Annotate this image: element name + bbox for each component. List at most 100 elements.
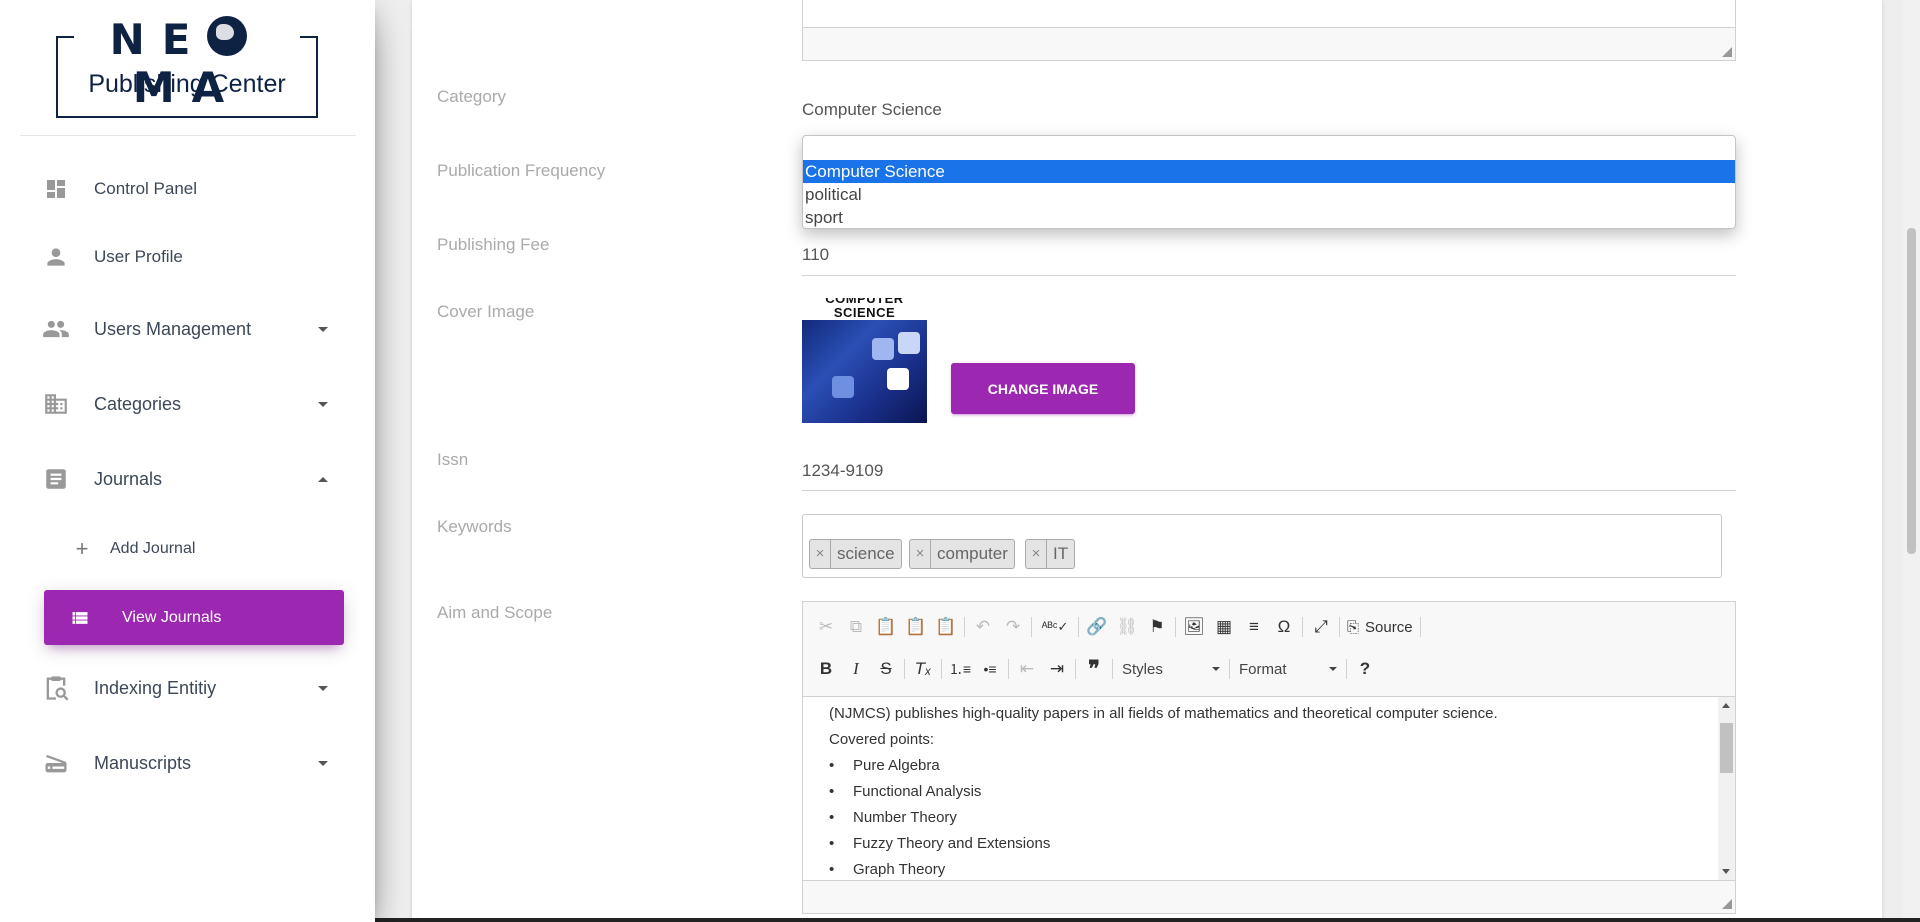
- plus-icon: +: [75, 536, 89, 561]
- aim-scope-editor: ✂ ⧉ 📋 📋 📋 ↶ ↷ ᴬᴮᶜ✓ 🔗 ⛓ ⚑ 🖼 ▦ ≡ Ω ⤢ ⎘ Sour…: [802, 601, 1736, 914]
- category-option-sport[interactable]: sport: [803, 206, 1735, 228]
- editor-content[interactable]: (NJMCS) publishes high-quality papers in…: [803, 696, 1735, 881]
- category-option-empty[interactable]: [803, 136, 1735, 160]
- category-select[interactable]: Computer Science: [802, 100, 942, 120]
- category-option-computer-science[interactable]: Computer Science: [803, 160, 1735, 183]
- format-label: Format: [1239, 660, 1287, 678]
- format-dropdown[interactable]: Format: [1233, 656, 1343, 682]
- category-dropdown[interactable]: Computer Science political sport: [802, 135, 1736, 229]
- issn-label: Issn: [437, 450, 469, 469]
- publishing-fee-input[interactable]: 110: [802, 245, 829, 265]
- editor-scrollbar[interactable]: [1718, 697, 1735, 880]
- toolbar-separator: [1419, 617, 1421, 637]
- toolbar-separator: [964, 617, 965, 637]
- bold-icon[interactable]: B: [811, 655, 841, 683]
- toolbar-separator: [1075, 659, 1076, 679]
- help-icon[interactable]: ?: [1350, 655, 1380, 683]
- issn-underline: [802, 490, 1736, 491]
- chevron-down-icon: [318, 402, 328, 407]
- redo-icon[interactable]: ↷: [998, 613, 1028, 641]
- undo-icon[interactable]: ↶: [968, 613, 998, 641]
- sidebar-item-categories[interactable]: Categories: [30, 378, 350, 430]
- sidebar-item-journals[interactable]: Journals: [30, 453, 350, 505]
- table-icon[interactable]: ▦: [1209, 613, 1239, 641]
- paste-text-icon[interactable]: 📋: [901, 613, 931, 641]
- link-icon[interactable]: 🔗: [1082, 613, 1112, 641]
- sidebar-item-view-journals[interactable]: View Journals: [44, 590, 344, 645]
- cut-icon[interactable]: ✂: [811, 613, 841, 641]
- people-icon: [42, 315, 70, 343]
- sidebar-item-indexing-entitiy[interactable]: Indexing Entitiy: [30, 662, 350, 714]
- sidebar-item-label: Add Journal: [110, 540, 196, 557]
- toolbar-separator: [1229, 659, 1230, 679]
- logo[interactable]: NEMA Publishing Center: [56, 16, 318, 118]
- dashboard-icon: [42, 175, 70, 203]
- blockquote-icon[interactable]: ❞: [1079, 655, 1109, 683]
- source-icon: ⎘: [1347, 618, 1360, 636]
- issn-input[interactable]: 1234-9109: [802, 461, 883, 481]
- toolbar-separator: [1008, 659, 1009, 679]
- sidebar-item-user-profile[interactable]: User Profile: [30, 231, 350, 283]
- publication-frequency-label: Publication Frequency: [437, 161, 606, 180]
- sidebar-item-manuscripts[interactable]: Manuscripts: [30, 737, 350, 789]
- italic-icon[interactable]: I: [841, 655, 871, 683]
- indent-icon[interactable]: ⇥: [1042, 655, 1072, 683]
- outdent-icon[interactable]: ⇤: [1012, 655, 1042, 683]
- copy-icon[interactable]: ⧉: [841, 613, 871, 641]
- fee-underline: [802, 275, 1736, 276]
- chevron-down-icon: [318, 686, 328, 691]
- resize-grip-icon[interactable]: [1722, 899, 1732, 909]
- toolbar-separator: [1302, 617, 1303, 637]
- chevron-down-icon: [1329, 667, 1337, 671]
- strikethrough-icon[interactable]: S: [871, 655, 901, 683]
- sidebar-item-label: Categories: [94, 393, 182, 414]
- resize-grip-icon[interactable]: [1722, 47, 1732, 57]
- list-item: Graph Theory: [829, 857, 1709, 880]
- sidebar-item-control-panel[interactable]: Control Panel: [30, 163, 350, 215]
- tag-remove-icon[interactable]: ×: [1026, 540, 1047, 568]
- image-icon[interactable]: 🖼: [1179, 613, 1209, 641]
- tag-remove-icon[interactable]: ×: [810, 540, 831, 568]
- maximize-icon[interactable]: ⤢: [1306, 613, 1336, 641]
- sidebar: NEMA Publishing Center Control Panel Use…: [0, 0, 375, 922]
- clipboard-search-icon: [42, 674, 70, 702]
- publishing-fee-label: Publishing Fee: [437, 235, 550, 254]
- list-item: Fuzzy Theory and Extensions: [829, 831, 1709, 857]
- sidebar-item-add-journal[interactable]: + Add Journal: [30, 523, 350, 575]
- toolbar-separator: [1078, 617, 1079, 637]
- styles-dropdown[interactable]: Styles: [1116, 656, 1226, 682]
- puzzle-piece: [832, 376, 854, 398]
- bulleted-list-icon[interactable]: •≡: [975, 655, 1005, 683]
- sidebar-item-users-management[interactable]: Users Management: [30, 303, 350, 355]
- keyword-tag: × science: [809, 539, 902, 569]
- page-scrollbar[interactable]: [1903, 0, 1920, 922]
- remove-format-icon[interactable]: Tₓ: [908, 655, 938, 683]
- anchor-flag-icon[interactable]: ⚑: [1142, 613, 1172, 641]
- unlink-icon[interactable]: ⛓: [1112, 613, 1142, 641]
- toolbar-separator: [1346, 659, 1347, 679]
- list-item: Pure Algebra: [829, 753, 1709, 779]
- sidebar-item-label: View Journals: [122, 608, 222, 626]
- keywords-input[interactable]: × science × computer × IT: [802, 514, 1722, 578]
- paste-word-icon[interactable]: 📋: [931, 613, 961, 641]
- tag-remove-icon[interactable]: ×: [910, 540, 931, 568]
- chevron-down-icon: [1212, 667, 1220, 671]
- horizontal-line-icon[interactable]: ≡: [1239, 613, 1269, 641]
- scroll-up-icon[interactable]: [1722, 703, 1730, 708]
- special-char-icon[interactable]: Ω: [1269, 613, 1299, 641]
- paste-icon[interactable]: 📋: [871, 613, 901, 641]
- editor-toolbar-row-2: B I S Tₓ ⒈≡ •≡ ⇤ ⇥ ❞ Styles Format ?: [811, 654, 1380, 684]
- sidebar-item-label: Journals: [94, 468, 163, 489]
- category-option-political[interactable]: political: [803, 183, 1735, 206]
- spellcheck-icon[interactable]: ᴬᴮᶜ✓: [1035, 613, 1075, 641]
- numbered-list-icon[interactable]: ⒈≡: [945, 655, 975, 683]
- editor-paragraph: (NJMCS) publishes high-quality papers in…: [829, 705, 1498, 722]
- source-button[interactable]: ⎘ Source: [1343, 613, 1417, 641]
- page-scrollbar-thumb[interactable]: [1907, 228, 1916, 554]
- scrollbar-thumb[interactable]: [1720, 723, 1733, 773]
- list-item: Number Theory: [829, 805, 1709, 831]
- scroll-down-icon[interactable]: [1722, 869, 1730, 874]
- change-image-button[interactable]: CHANGE IMAGE: [951, 363, 1135, 414]
- sidebar-item-label: Manuscripts: [94, 752, 192, 773]
- sidebar-item-label: Users Management: [94, 318, 252, 339]
